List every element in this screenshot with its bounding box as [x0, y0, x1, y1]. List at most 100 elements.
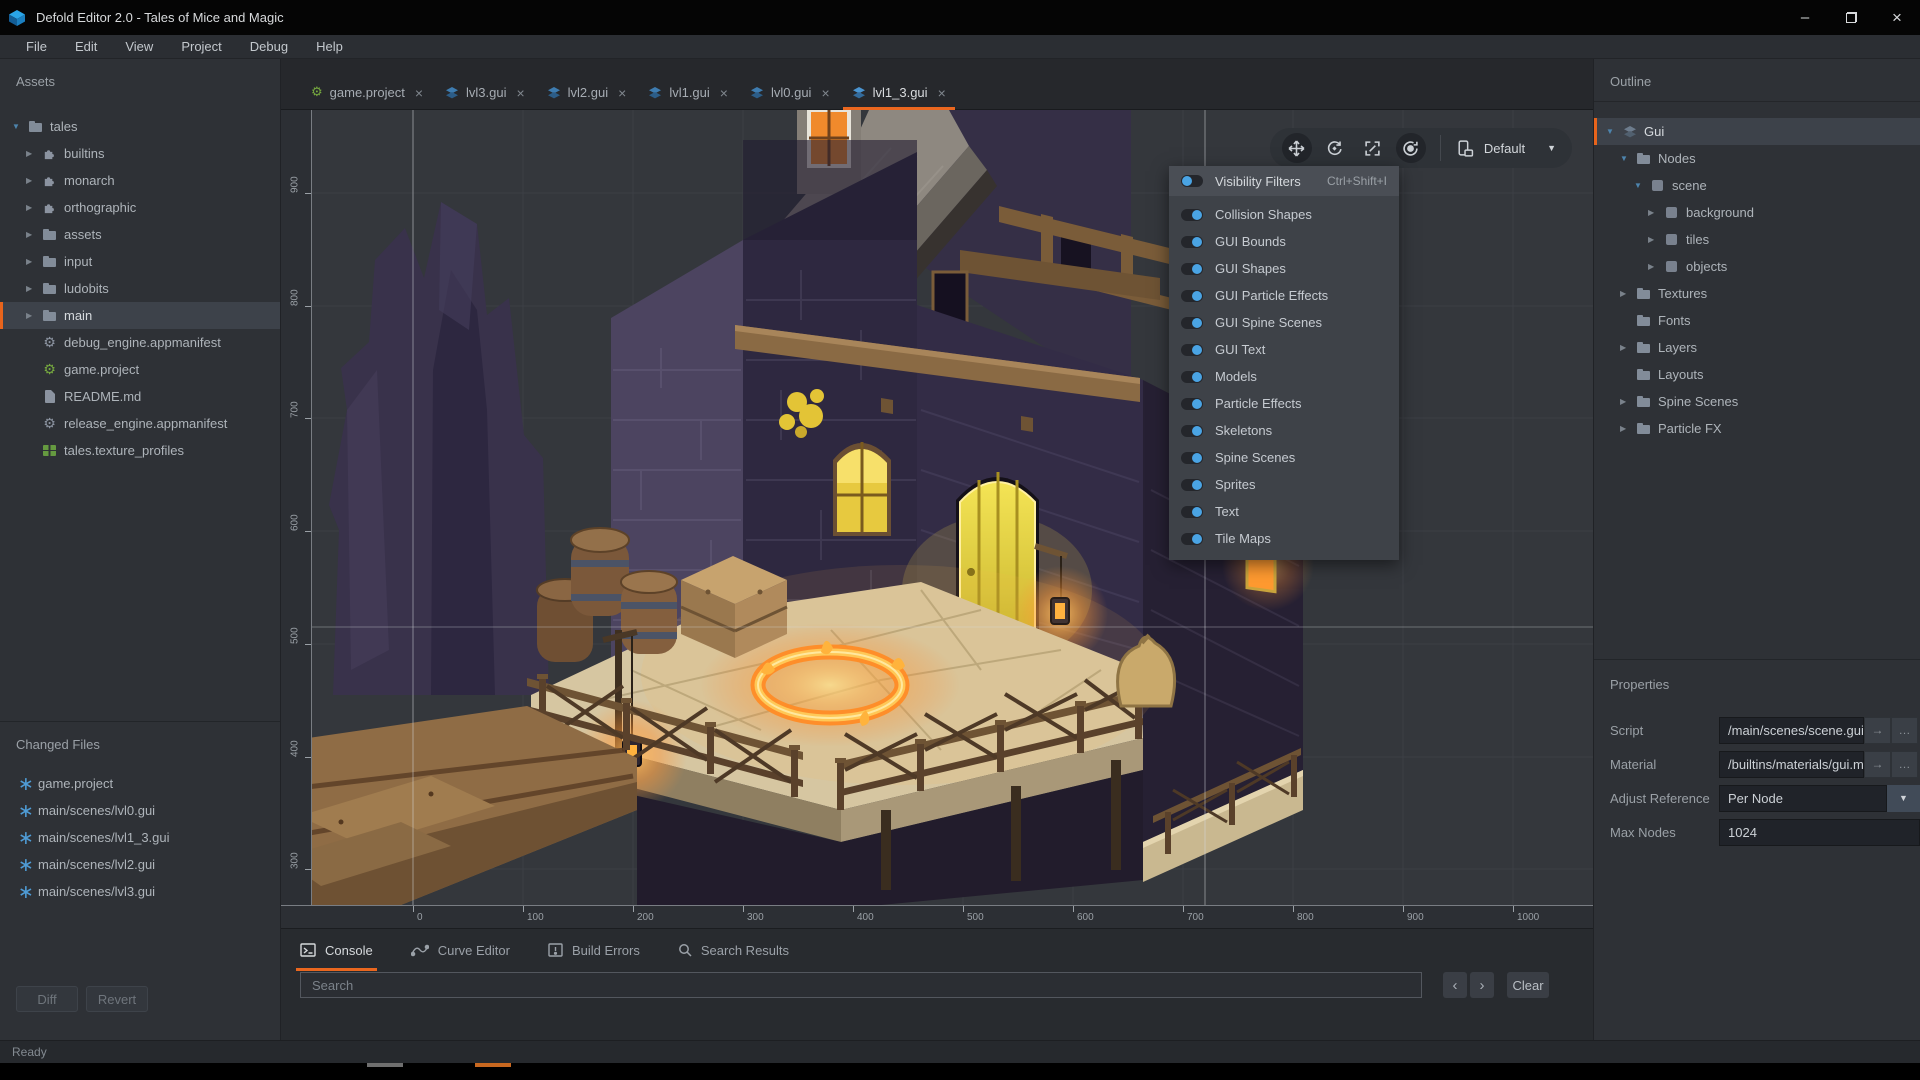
max-nodes-field[interactable]: 1024 [1719, 819, 1920, 846]
tab-curve-editor[interactable]: Curve Editor [411, 929, 510, 971]
filter-text[interactable]: Text [1169, 498, 1399, 525]
open-resource-button[interactable]: → [1864, 751, 1891, 778]
chevron-down-icon[interactable]: ▼ [1606, 127, 1622, 136]
chevron-right-icon[interactable]: ▶ [1620, 343, 1636, 352]
chevron-right-icon[interactable]: ▶ [26, 176, 42, 185]
toggle-icon[interactable] [1181, 371, 1203, 383]
browse-button[interactable]: … [1891, 717, 1918, 744]
tab-close-icon[interactable]: × [720, 85, 728, 101]
filter-tile-maps[interactable]: Tile Maps [1169, 525, 1399, 552]
scene-viewport[interactable]: 900 800 700 600 500 400 300 0 100 200 30… [281, 110, 1593, 928]
filter-sprites[interactable]: Sprites [1169, 471, 1399, 498]
asset-item-release-appmanifest[interactable]: ⚙ release_engine.appmanifest [0, 410, 280, 437]
filter-particle-effects[interactable]: Particle Effects [1169, 390, 1399, 417]
outline-item-tiles[interactable]: ▶ tiles [1594, 226, 1920, 253]
toggle-icon[interactable] [1181, 425, 1203, 437]
tab-close-icon[interactable]: × [516, 85, 524, 101]
visibility-filters-toggle[interactable]: Visibility Filters Ctrl+Shift+I [1169, 166, 1399, 196]
asset-item-orthographic[interactable]: ▶ orthographic [0, 194, 280, 221]
script-field[interactable]: /main/scenes/scene.gui_ [1719, 717, 1864, 744]
toggle-icon[interactable] [1181, 236, 1203, 248]
console-search-input[interactable] [300, 972, 1422, 998]
toggle-icon[interactable] [1181, 533, 1203, 545]
browse-button[interactable]: … [1891, 751, 1918, 778]
toggle-icon[interactable] [1181, 344, 1203, 356]
search-next-button[interactable]: › [1470, 972, 1494, 998]
adjust-reference-select[interactable]: Per Node [1719, 785, 1887, 812]
toggle-icon[interactable] [1181, 479, 1203, 491]
rotate-tool-button[interactable] [1320, 133, 1350, 163]
chevron-right-icon[interactable]: ▶ [26, 257, 42, 266]
chevron-right-icon[interactable]: ▶ [1620, 424, 1636, 433]
asset-item-main[interactable]: ▶ main [0, 302, 280, 329]
scale-tool-button[interactable] [1358, 133, 1388, 163]
clear-button[interactable]: Clear [1507, 972, 1549, 998]
revert-button[interactable]: Revert [86, 986, 148, 1012]
chevron-right-icon[interactable]: ▶ [26, 311, 42, 320]
menu-help[interactable]: Help [302, 39, 357, 54]
chevron-right-icon[interactable]: ▶ [26, 203, 42, 212]
filter-gui-text[interactable]: GUI Text [1169, 336, 1399, 363]
filter-collision-shapes[interactable]: Collision Shapes [1169, 201, 1399, 228]
visibility-filters-button[interactable] [1396, 133, 1426, 163]
toggle-icon[interactable] [1181, 452, 1203, 464]
outline-item-particle-fx[interactable]: ▶ Particle FX [1594, 415, 1920, 442]
tab-console[interactable]: Console [300, 929, 373, 971]
tab-close-icon[interactable]: × [415, 85, 423, 101]
outline-item-scene[interactable]: ▼ scene [1594, 172, 1920, 199]
tab-close-icon[interactable]: × [618, 85, 626, 101]
chevron-right-icon[interactable]: ▶ [1648, 235, 1664, 244]
restore-button[interactable] [1828, 0, 1874, 35]
tab-close-icon[interactable]: × [938, 85, 946, 101]
asset-item-tales[interactable]: ▼ tales [0, 113, 280, 140]
chevron-right-icon[interactable]: ▶ [1620, 289, 1636, 298]
tab-build-errors[interactable]: Build Errors [548, 929, 640, 971]
outline-item-fonts[interactable]: Fonts [1594, 307, 1920, 334]
chevron-down-icon[interactable]: ▼ [12, 122, 28, 131]
outline-item-nodes[interactable]: ▼ Nodes [1594, 145, 1920, 172]
outline-item-background[interactable]: ▶ background [1594, 199, 1920, 226]
menu-view[interactable]: View [111, 39, 167, 54]
chevron-right-icon[interactable]: ▶ [1648, 208, 1664, 217]
toggle-icon[interactable] [1181, 175, 1203, 187]
toggle-icon[interactable] [1181, 263, 1203, 275]
move-tool-button[interactable] [1282, 133, 1312, 163]
dropdown-button[interactable]: ▼ [1887, 785, 1920, 812]
open-resource-button[interactable]: → [1864, 717, 1891, 744]
asset-item-input[interactable]: ▶ input [0, 248, 280, 275]
menu-file[interactable]: File [12, 39, 61, 54]
outline-item-layers[interactable]: ▶ Layers [1594, 334, 1920, 361]
chevron-right-icon[interactable]: ▶ [1620, 397, 1636, 406]
toggle-icon[interactable] [1181, 317, 1203, 329]
changed-file-row[interactable]: ∗ main/scenes/lvl2.gui [0, 851, 280, 878]
filter-spine-scenes[interactable]: Spine Scenes [1169, 444, 1399, 471]
diff-button[interactable]: Diff [16, 986, 78, 1012]
changed-file-row[interactable]: ∗ main/scenes/lvl0.gui [0, 797, 280, 824]
outline-item-spine-scenes[interactable]: ▶ Spine Scenes [1594, 388, 1920, 415]
minimize-button[interactable]: – [1782, 0, 1828, 35]
outline-item-layouts[interactable]: Layouts [1594, 361, 1920, 388]
asset-item-game-project[interactable]: ⚙ game.project [0, 356, 280, 383]
tab-lvl3-gui[interactable]: lvl3.gui × [434, 76, 536, 109]
asset-item-debug-appmanifest[interactable]: ⚙ debug_engine.appmanifest [0, 329, 280, 356]
menu-debug[interactable]: Debug [236, 39, 302, 54]
asset-item-builtins[interactable]: ▶ builtins [0, 140, 280, 167]
outline-item-gui[interactable]: ▼ Gui [1594, 118, 1920, 145]
menu-project[interactable]: Project [167, 39, 235, 54]
tab-lvl1-gui[interactable]: lvl1.gui × [637, 76, 739, 109]
asset-item-assets[interactable]: ▶ assets [0, 221, 280, 248]
chevron-right-icon[interactable]: ▶ [26, 149, 42, 158]
toggle-icon[interactable] [1181, 290, 1203, 302]
toggle-icon[interactable] [1181, 398, 1203, 410]
filter-skeletons[interactable]: Skeletons [1169, 417, 1399, 444]
chevron-right-icon[interactable]: ▶ [26, 230, 42, 239]
tab-lvl0-gui[interactable]: lvl0.gui × [739, 76, 841, 109]
filter-models[interactable]: Models [1169, 363, 1399, 390]
asset-item-readme[interactable]: README.md [0, 383, 280, 410]
filter-gui-spine-scenes[interactable]: GUI Spine Scenes [1169, 309, 1399, 336]
close-button[interactable]: × [1874, 0, 1920, 35]
asset-item-texture-profiles[interactable]: tales.texture_profiles [0, 437, 280, 464]
changed-file-row[interactable]: ∗ main/scenes/lvl3.gui [0, 878, 280, 905]
layout-profile-select[interactable]: Default ▼ [1451, 139, 1556, 158]
toggle-icon[interactable] [1181, 506, 1203, 518]
